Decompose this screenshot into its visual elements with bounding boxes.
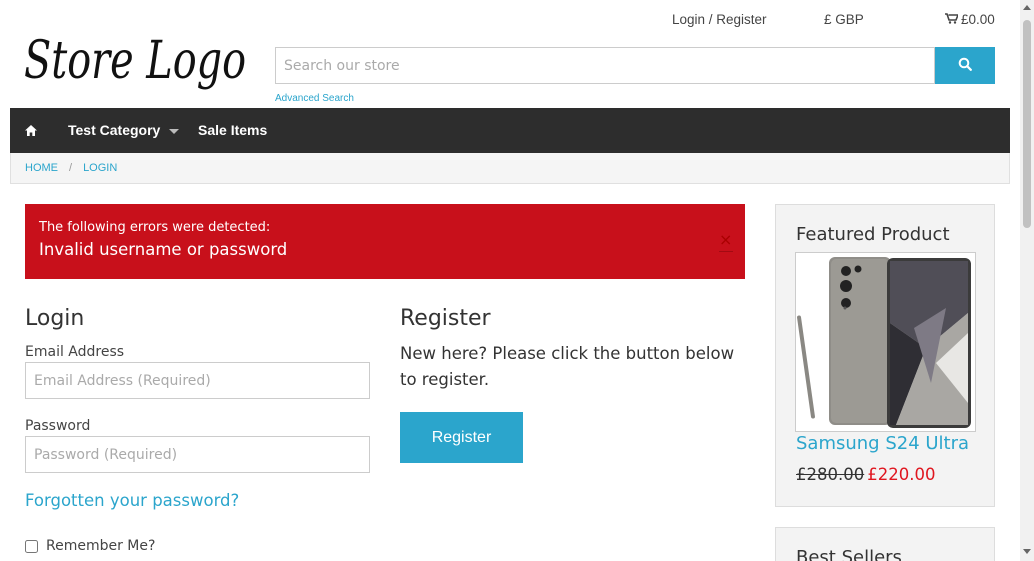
- register-button[interactable]: Register: [400, 412, 523, 463]
- currency-selector[interactable]: £ GBP: [824, 12, 864, 27]
- chevron-down-icon: [169, 128, 180, 134]
- forgot-password-link[interactable]: Forgotten your password?: [25, 491, 239, 510]
- page-scrollbar[interactable]: [1020, 0, 1034, 561]
- search-button[interactable]: [935, 47, 995, 84]
- close-icon[interactable]: ×: [719, 232, 733, 252]
- password-field[interactable]: [25, 436, 370, 473]
- login-register-link[interactable]: Login / Register: [672, 12, 767, 27]
- cart-total: £0.00: [961, 12, 995, 27]
- scroll-up-icon[interactable]: [1023, 5, 1031, 10]
- error-alert: The following errors were detected: Inva…: [25, 204, 745, 279]
- product-price: £280.00 £220.00: [796, 465, 935, 484]
- remember-me-checkbox[interactable]: [25, 539, 38, 553]
- password-label: Password: [25, 418, 91, 434]
- old-price: £280.00: [796, 465, 865, 484]
- register-text: New here? Please click the button below …: [400, 344, 735, 389]
- breadcrumb-login[interactable]: LOGIN: [83, 162, 117, 174]
- advanced-search-link[interactable]: Advanced Search: [275, 93, 354, 104]
- register-title: Register: [400, 306, 491, 331]
- alert-message: Invalid username or password: [39, 240, 288, 259]
- featured-product-box: Featured Product Samsung S24 Ultra £280.…: [775, 204, 995, 507]
- remember-me: Remember Me?: [25, 538, 155, 554]
- cart-link[interactable]: £0.00: [945, 12, 995, 27]
- product-image[interactable]: [795, 252, 976, 432]
- top-links: Login / Register £ GBP £0.00: [0, 12, 1020, 28]
- login-title: Login: [25, 306, 85, 331]
- nav-item-test-category[interactable]: Test Category: [68, 122, 180, 138]
- home-icon[interactable]: [24, 122, 38, 136]
- alert-title: The following errors were detected:: [39, 220, 271, 235]
- search-input[interactable]: [275, 47, 935, 84]
- breadcrumb: HOME / LOGIN: [10, 153, 1010, 184]
- scroll-down-icon[interactable]: [1023, 549, 1031, 554]
- product-name-link[interactable]: Samsung S24 Ultra: [796, 433, 969, 454]
- featured-product-title: Featured Product: [796, 224, 950, 245]
- cart-icon: [945, 13, 960, 27]
- email-label: Email Address: [25, 344, 125, 360]
- email-field[interactable]: [25, 362, 370, 399]
- store-logo[interactable]: Store Logo: [24, 22, 248, 96]
- scroll-thumb[interactable]: [1023, 20, 1031, 228]
- best-sellers-title: Best Sellers: [796, 547, 902, 561]
- search-icon: [958, 57, 972, 74]
- best-sellers-box: Best Sellers: [775, 527, 995, 561]
- breadcrumb-home[interactable]: HOME: [25, 162, 58, 174]
- main-navbar: Test Category Sale Items: [10, 108, 1010, 153]
- remember-me-label: Remember Me?: [46, 538, 156, 554]
- sale-price: £220.00: [867, 465, 936, 484]
- logo-text: Store Logo: [24, 31, 246, 91]
- search-bar: [275, 47, 995, 84]
- breadcrumb-separator: /: [69, 162, 73, 174]
- nav-item-sale-items[interactable]: Sale Items: [198, 122, 267, 138]
